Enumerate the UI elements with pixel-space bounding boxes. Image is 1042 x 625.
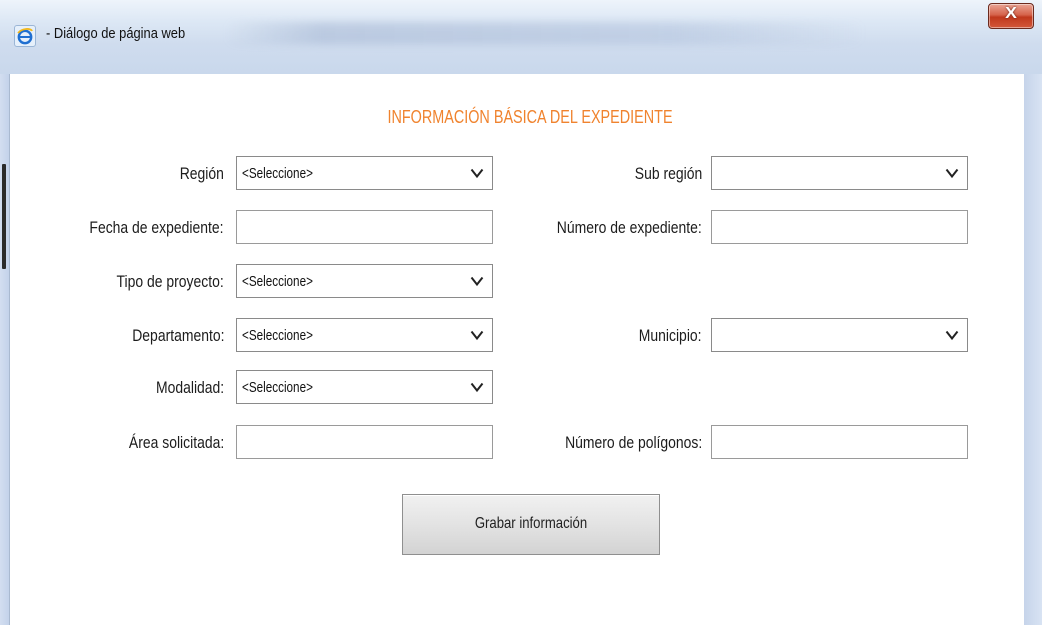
municipio-label: Municipio: [639,326,702,345]
modalidad-select[interactable]: <Seleccione> [236,370,493,404]
save-button-label: Grabar información [474,515,588,532]
tipo-proyecto-select[interactable]: <Seleccione> [236,264,493,298]
close-icon: X [1005,5,1017,22]
area-solicitada-label: Área solicitada: [128,433,224,452]
departamento-select-value: <Seleccione> [242,327,313,344]
numero-expediente-label: Número de expediente: [557,218,702,237]
fecha-expediente-input[interactable] [236,210,493,244]
modalidad-select-value: <Seleccione> [242,379,313,396]
chevron-down-icon [470,168,484,179]
fecha-expediente-label: Fecha de expediente: [89,218,224,237]
save-button[interactable]: Grabar información [402,494,660,555]
sub-region-select[interactable] [711,156,968,190]
tipo-proyecto-label: Tipo de proyecto: [116,272,224,291]
chevron-down-icon [945,168,959,179]
window-title: - Diálogo de página web [46,25,186,42]
scroll-indicator [2,164,6,269]
chevron-down-icon [470,276,484,287]
form-title: INFORMACIÓN BÁSICA DEL EXPEDIENTE [387,107,673,127]
title-bar: - Diálogo de página web X [0,0,1042,74]
numero-expediente-input[interactable] [711,210,968,244]
tipo-proyecto-select-value: <Seleccione> [242,273,313,290]
numero-poligonos-label: Número de polígonos: [564,433,702,452]
area-solicitada-input[interactable] [236,425,493,459]
sub-region-label: Sub región [634,164,702,183]
blurred-title-text [225,22,865,44]
numero-poligonos-input[interactable] [711,425,968,459]
region-label: Región [179,164,224,183]
departamento-label: Departamento: [131,326,224,345]
modalidad-label: Modalidad: [155,378,224,397]
chevron-down-icon [945,330,959,341]
region-select-value: <Seleccione> [242,165,313,182]
close-button[interactable]: X [988,3,1034,29]
window-frame-right [1024,74,1042,625]
municipio-select[interactable] [711,318,968,352]
departamento-select[interactable]: <Seleccione> [236,318,493,352]
window-frame-left [0,74,9,625]
region-select[interactable]: <Seleccione> [236,156,493,190]
chevron-down-icon [470,382,484,393]
chevron-down-icon [470,330,484,341]
ie-browser-icon [14,25,36,47]
